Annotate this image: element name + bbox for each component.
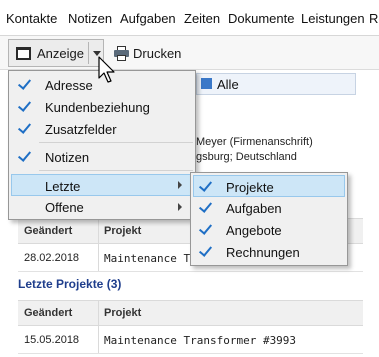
address-line-2: gsburg; Deutschland xyxy=(196,151,297,163)
anzeige-label: Anzeige xyxy=(37,46,84,61)
menu-item-offene[interactable]: Offene xyxy=(11,196,193,218)
menu-kontakte[interactable]: Kontakte xyxy=(6,11,57,26)
menu-aufgaben[interactable]: Aufgaben xyxy=(120,11,176,26)
menu-item-label: Offene xyxy=(45,200,84,215)
menu-item-label: Notizen xyxy=(45,150,90,165)
cell-project: Maintenance Transformer #3993 xyxy=(104,334,297,347)
cell-project: Maintenance Tra xyxy=(104,252,204,265)
col-header-geaendert[interactable]: Geändert xyxy=(24,225,72,237)
menu-bar: Kontakte Notizen Aufgaben Zeiten Dokumen… xyxy=(0,0,379,36)
toolbar: Anzeige Drucken xyxy=(0,36,379,70)
menu-item-notizen[interactable]: Notizen xyxy=(11,146,193,168)
submenu-item-angebote[interactable]: Angebote xyxy=(193,219,345,241)
address-line-1: Meyer (Firmenanschrift) xyxy=(196,136,313,148)
menu-item-label: Letzte xyxy=(45,179,81,194)
letzte-submenu: Projekte Aufgaben Angebote Rechnungen xyxy=(190,172,348,266)
menu-notizen[interactable]: Notizen xyxy=(68,11,112,26)
table-header: Geändert Projekt xyxy=(18,300,363,326)
tab-alle-label: Alle xyxy=(217,77,239,92)
menu-item-label: Rechnungen xyxy=(226,245,300,260)
cell-date: 28.02.2018 xyxy=(24,252,80,264)
submenu-item-aufgaben[interactable]: Aufgaben xyxy=(193,197,345,219)
anzeige-menu: Adresse Kundenbeziehung Zusatzfelder Not… xyxy=(8,70,196,220)
checkmark-icon xyxy=(17,77,31,91)
menu-item-kundenbeziehung[interactable]: Kundenbeziehung xyxy=(11,96,193,118)
grid-icon xyxy=(201,78,212,89)
col-header-projekt[interactable]: Projekt xyxy=(104,307,141,319)
split-divider xyxy=(88,42,89,64)
drucken-label: Drucken xyxy=(133,46,182,61)
menu-item-label: Projekte xyxy=(226,180,274,195)
drucken-button[interactable]: Drucken xyxy=(112,39,184,67)
chevron-right-icon xyxy=(178,203,182,211)
menu-item-label: Zusatzfelder xyxy=(45,122,117,137)
menu-item-letzte[interactable]: Letzte xyxy=(11,174,193,196)
submenu-item-projekte[interactable]: Projekte xyxy=(193,175,345,197)
checkmark-icon xyxy=(198,222,212,236)
section-title-letzte-projekte[interactable]: Letzte Projekte (3) xyxy=(18,277,121,291)
checkmark-icon xyxy=(17,149,31,163)
menu-leistungen[interactable]: Leistungen xyxy=(301,11,365,26)
cell-date: 15.05.2018 xyxy=(24,334,80,346)
menu-zeiten[interactable]: Zeiten xyxy=(184,11,220,26)
submenu-item-rechnungen[interactable]: Rechnungen xyxy=(193,241,345,263)
menu-item-zusatzfelder[interactable]: Zusatzfelder xyxy=(11,118,193,140)
checkmark-icon xyxy=(17,99,31,113)
menu-item-label: Kundenbeziehung xyxy=(45,100,150,115)
menu-item-label: Aufgaben xyxy=(226,201,282,216)
mouse-cursor-icon xyxy=(98,56,115,83)
window-icon xyxy=(16,47,31,60)
menu-rechnungen[interactable]: Re xyxy=(369,11,379,26)
menu-item-label: Adresse xyxy=(45,78,93,93)
checkmark-icon xyxy=(198,179,212,193)
menu-dokumente[interactable]: Dokumente xyxy=(228,11,294,26)
menu-separator xyxy=(39,170,193,171)
menu-separator xyxy=(39,142,193,143)
col-header-geaendert[interactable]: Geändert xyxy=(24,307,72,319)
checkmark-icon xyxy=(17,121,31,135)
menu-item-label: Angebote xyxy=(226,223,282,238)
table-row[interactable]: 15.05.2018 Maintenance Transformer #3993 xyxy=(18,326,363,354)
chevron-right-icon xyxy=(178,181,182,189)
anzeige-button[interactable]: Anzeige xyxy=(8,39,104,67)
checkmark-icon xyxy=(198,244,212,258)
checkmark-icon xyxy=(198,200,212,214)
tab-alle[interactable]: Alle xyxy=(196,73,356,95)
col-header-projekt[interactable]: Projekt xyxy=(104,225,141,237)
